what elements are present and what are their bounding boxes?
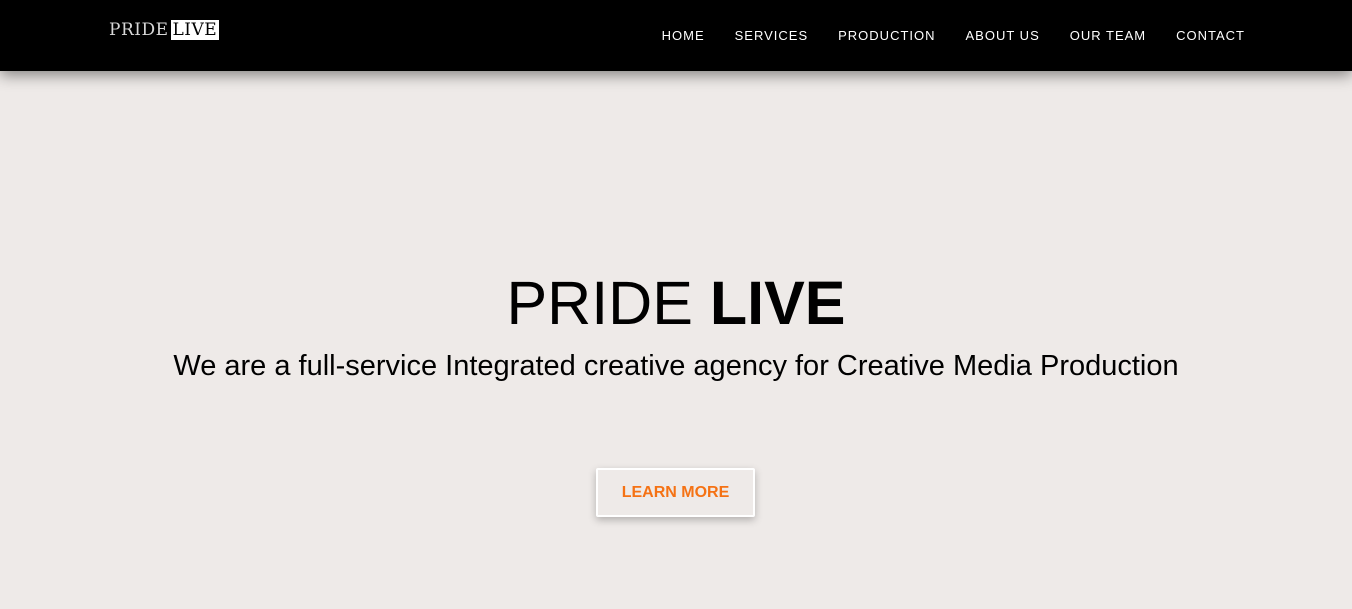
- hero-title-bold: LIVE: [709, 269, 846, 337]
- navbar: PRIDE LIVE HOME SERVICES PRODUCTION ABOU…: [0, 0, 1352, 71]
- nav-item-home[interactable]: HOME: [662, 28, 705, 43]
- logo[interactable]: PRIDE LIVE: [109, 20, 220, 40]
- hero-title-light: PRIDE: [506, 269, 693, 337]
- nav-item-our-team[interactable]: OUR TEAM: [1070, 28, 1146, 43]
- learn-more-button[interactable]: LEARN MORE: [596, 468, 755, 517]
- hero-section: PRIDE LIVE We are a full-service Integra…: [0, 71, 1352, 609]
- hero-title: PRIDE LIVE: [0, 271, 1352, 335]
- main-nav: HOME SERVICES PRODUCTION ABOUT US OUR TE…: [632, 0, 1245, 71]
- logo-text-live: LIVE: [170, 20, 220, 40]
- nav-item-services[interactable]: SERVICES: [735, 28, 809, 43]
- logo-text-pride: PRIDE: [109, 20, 169, 40]
- nav-item-contact[interactable]: CONTACT: [1176, 28, 1245, 43]
- hero-subtitle: We are a full-service Integrated creativ…: [173, 350, 1179, 382]
- nav-item-production[interactable]: PRODUCTION: [838, 28, 935, 43]
- nav-item-about-us[interactable]: ABOUT US: [966, 28, 1040, 43]
